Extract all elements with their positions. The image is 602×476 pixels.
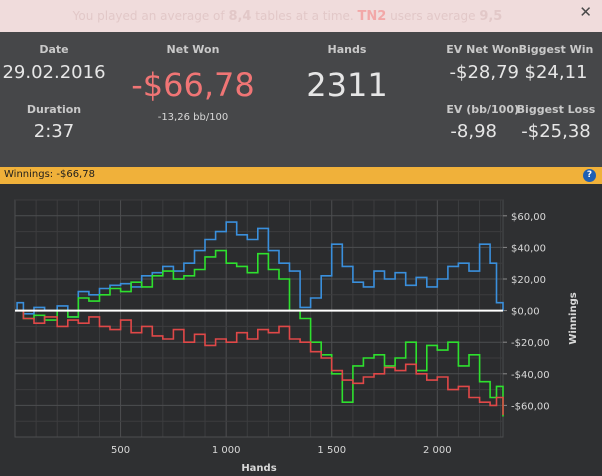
x-tick-label: 1 500 [317,445,346,456]
duration-value: 2:37 [33,121,75,142]
x-tick-label: 500 [111,445,130,456]
x-axis-label: Hands [241,463,276,472]
winnings-bar-label: Winnings: [4,169,54,180]
help-icon[interactable]: ? [583,169,596,182]
ev-bb-label: EV (bb/100) [446,103,519,116]
y-tick-label: $40,00 [511,243,546,254]
info-banner: You played an average of 8,4 tables at a… [0,0,602,32]
bb100-value: -13,26 bb/100 [157,112,229,123]
winnings-chart: 500 1 000 1 500 2 000 $60,00 $40,00 $20,00 $0,0… [0,184,602,474]
biggest-win-label: Biggest Win [518,43,594,56]
biggest-loss-value: -$25,38 [521,121,591,142]
biggest-win-value: $24,11 [524,62,588,83]
y-tick-label: $20,00 [511,275,546,286]
hands-value: 2311 [306,66,388,104]
close-icon[interactable]: ✕ [579,3,592,21]
y-tick-label: $0,00 [511,307,540,318]
ev-net-won-label: EV Net Won [446,43,519,56]
date-label: Date [39,43,69,56]
hands-label: Hands [327,43,367,56]
x-tick-label: 2 000 [423,445,452,456]
winnings-bar-text: Winnings: -$66,78 [4,169,95,180]
y-tick-label: -$20,00 [511,338,550,349]
net-won-value: -$66,78 [131,66,255,104]
date-value: 29.02.2016 [2,62,106,83]
net-won-label: Net Won [166,43,220,56]
winnings-bar: Winnings: -$66,78 ? [0,167,602,184]
biggest-loss-label: Biggest Loss [516,103,596,116]
ev-net-won-value: -$28,79 [449,62,519,83]
banner-text: You played an average of 8,4 tables at a… [0,9,575,24]
banner-pre: You played an average of [72,9,229,23]
ev-bb-value: -8,98 [450,121,497,142]
y-tick-label: -$40,00 [511,370,550,381]
x-tick-label: 1 000 [212,445,241,456]
y-tick-label: $60,00 [511,212,546,223]
banner-site: TN2 [357,9,387,24]
duration-label: Duration [26,103,82,116]
winnings-bar-value: -$66,78 [56,169,95,180]
winnings-chart-svg: 500 1 000 1 500 2 000 $60,00 $40,00 $20,00 $0,0… [14,199,579,474]
banner-site-avg: 9,5 [479,9,503,24]
session-stats-panel: Date 29.02.2016 Duration 2:37 Net Won -$… [0,32,602,167]
banner-mid: tables at a time. [251,9,358,23]
y-axis-label: Winnings [568,292,579,344]
banner-avg-tables: 8,4 [228,9,252,24]
banner-post: users average [386,9,480,23]
y-tick-label: -$60,00 [511,401,550,412]
